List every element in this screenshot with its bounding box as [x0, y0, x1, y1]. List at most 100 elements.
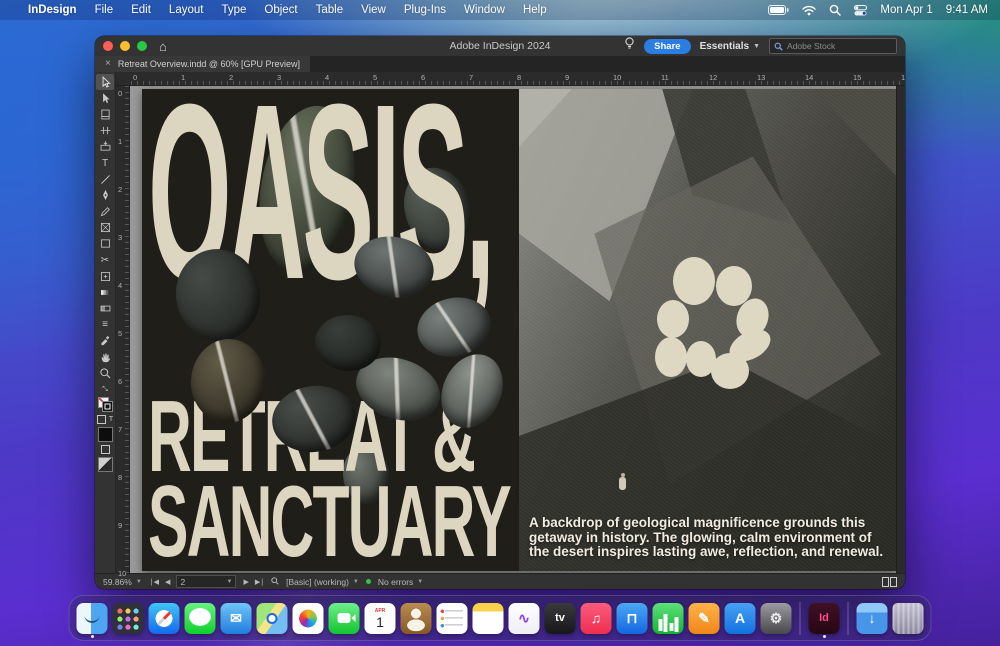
- gap-tool-icon[interactable]: [96, 123, 114, 139]
- dock-icon-contacts[interactable]: [401, 603, 432, 634]
- page-right[interactable]: A backdrop of geological magnificence gr…: [519, 89, 896, 571]
- workspace-switcher[interactable]: Essentials ▼: [700, 41, 760, 52]
- eyedropper-tool-icon[interactable]: [96, 333, 114, 349]
- dock-icon-numbers[interactable]: [653, 603, 684, 634]
- dock-icon-freeform[interactable]: ∿: [509, 603, 540, 634]
- chevron-down-icon: ▼: [753, 43, 760, 50]
- learn-lightbulb-icon[interactable]: [624, 37, 635, 55]
- apple-tv-glyph: tv: [555, 612, 565, 624]
- menu-bar: InDesign File Edit Layout Type Object Table Vie…: [0, 0, 1000, 20]
- rectangle-tool-icon[interactable]: [96, 236, 114, 252]
- zoom-level-control[interactable]: 59.86% ▼: [103, 577, 142, 587]
- last-page-button[interactable]: ▶❘: [255, 578, 264, 586]
- search-icon[interactable]: [829, 4, 841, 16]
- swap-fill-stroke-icon[interactable]: ⤡: [102, 386, 108, 394]
- text-toggle-icon[interactable]: T: [109, 416, 113, 423]
- pencil-tool-icon[interactable]: [96, 204, 114, 220]
- dock-icon-launchpad[interactable]: [113, 603, 144, 634]
- selection-tool-icon[interactable]: [96, 74, 114, 90]
- formatting-toggles[interactable]: T: [97, 415, 113, 424]
- tab-close-icon[interactable]: ×: [105, 59, 111, 69]
- indesign-glyph: Id: [819, 612, 829, 624]
- wifi-icon[interactable]: [802, 5, 816, 16]
- adobe-stock-search-input[interactable]: Adobe Stock: [769, 38, 897, 54]
- rectangle-frame-tool-icon[interactable]: [96, 220, 114, 236]
- document-spread[interactable]: OASIS, RETREAT & SANCTUARY: [142, 89, 896, 571]
- page-number-field[interactable]: 2 ▼: [176, 575, 236, 588]
- share-button[interactable]: Share: [644, 39, 690, 54]
- normal-view-icon[interactable]: [101, 445, 110, 454]
- menu-clock-time[interactable]: 9:41 AM: [946, 4, 988, 16]
- dock-icon-finder[interactable]: [77, 603, 108, 634]
- line-tool-icon[interactable]: [96, 171, 114, 187]
- dock-icon-safari[interactable]: [149, 603, 180, 634]
- control-center-icon[interactable]: [854, 5, 867, 16]
- dock-icon-app-store[interactable]: A: [725, 603, 756, 634]
- menu-item-plug-ins[interactable]: Plug-Ins: [404, 4, 446, 16]
- menu-item-type[interactable]: Type: [221, 4, 246, 16]
- pen-tool-icon[interactable]: [96, 187, 114, 203]
- dock-icon-trash[interactable]: [893, 603, 924, 634]
- menu-item-layout[interactable]: Layout: [169, 4, 204, 16]
- dock-icon-pages[interactable]: ✎: [689, 603, 720, 634]
- screen-mode-button[interactable]: [98, 457, 113, 472]
- menu-item-indesign[interactable]: InDesign: [28, 4, 77, 16]
- menu-item-view[interactable]: View: [361, 4, 386, 16]
- direct-selection-tool-icon[interactable]: [96, 90, 114, 106]
- menu-clock-date[interactable]: Mon Apr 1: [880, 4, 932, 16]
- minimize-window-button[interactable]: [120, 41, 130, 51]
- menu-item-window[interactable]: Window: [464, 4, 505, 16]
- dock-icon-reminders[interactable]: [437, 603, 468, 634]
- content-collector-tool-icon[interactable]: [96, 139, 114, 155]
- vertical-ruler[interactable]: 012345678910: [116, 86, 130, 573]
- window-title-bar[interactable]: ⌂ Adobe InDesign 2024 Share Essentials ▼…: [95, 36, 905, 56]
- dock-icon-messages[interactable]: [185, 603, 216, 634]
- dock-icon-calendar[interactable]: APR1: [365, 603, 396, 634]
- close-window-button[interactable]: [103, 41, 113, 51]
- page-tool-icon[interactable]: [96, 106, 114, 122]
- dock-icon-music[interactable]: ♫: [581, 603, 612, 634]
- first-page-button[interactable]: ❘◀: [149, 578, 158, 586]
- free-transform-tool-icon[interactable]: [96, 268, 114, 284]
- type-tool-icon[interactable]: T: [96, 155, 114, 171]
- next-page-button[interactable]: ▶: [243, 578, 247, 586]
- error-status-menu[interactable]: No errors ▼: [378, 577, 423, 587]
- previous-page-button[interactable]: ◀: [165, 578, 169, 586]
- pasteboard[interactable]: OASIS, RETREAT & SANCTUARY: [130, 86, 896, 573]
- container-toggle-icon[interactable]: [97, 415, 106, 424]
- zoom-window-button[interactable]: [137, 41, 147, 51]
- fill-stroke-swatches[interactable]: [98, 397, 113, 412]
- dock-icon-mail[interactable]: ✉: [221, 603, 252, 634]
- spread-view-icon[interactable]: [882, 577, 897, 587]
- menu-item-edit[interactable]: Edit: [131, 4, 151, 16]
- dock-icon-system-settings[interactable]: ⚙: [761, 603, 792, 634]
- view-options[interactable]: [101, 445, 110, 454]
- page-left[interactable]: OASIS, RETREAT & SANCTUARY: [142, 89, 519, 571]
- dock-icon-notes[interactable]: ≡: [473, 603, 504, 634]
- menu-item-table[interactable]: Table: [316, 4, 344, 16]
- scissors-tool-icon[interactable]: ✂: [96, 252, 114, 268]
- gradient-swatch-tool-icon[interactable]: [96, 284, 114, 300]
- dock-icon-downloads[interactable]: ↓: [857, 603, 888, 634]
- note-tool-icon[interactable]: ≡: [96, 317, 114, 333]
- horizontal-ruler[interactable]: 012345678910111213141516: [116, 72, 905, 86]
- dock-icon-indesign[interactable]: Id: [809, 603, 840, 634]
- dock-icon-photos[interactable]: [293, 603, 324, 634]
- dock-icon-keynote[interactable]: ⊓: [617, 603, 648, 634]
- menu-item-object[interactable]: Object: [264, 4, 297, 16]
- gradient-feather-tool-icon[interactable]: [96, 301, 114, 317]
- document-tab[interactable]: × Retreat Overview.indd @ 60% [GPU Previ…: [95, 56, 310, 72]
- menu-item-file[interactable]: File: [95, 4, 114, 16]
- dock-icon-facetime[interactable]: [329, 603, 360, 634]
- menu-item-help[interactable]: Help: [523, 4, 547, 16]
- dock-icon-maps[interactable]: [257, 603, 288, 634]
- stroke-swatch[interactable]: [102, 401, 113, 412]
- battery-icon[interactable]: [768, 5, 789, 15]
- preflight-profile-menu[interactable]: [Basic] (working) ▼: [286, 577, 359, 587]
- zoom-tool-icon[interactable]: [96, 365, 114, 381]
- dock-icon-apple-tv[interactable]: tv: [545, 603, 576, 634]
- dock-separator: [800, 602, 801, 635]
- hand-tool-icon[interactable]: [96, 349, 114, 365]
- home-icon[interactable]: ⌂: [159, 40, 167, 53]
- apply-color-button[interactable]: [98, 427, 113, 442]
